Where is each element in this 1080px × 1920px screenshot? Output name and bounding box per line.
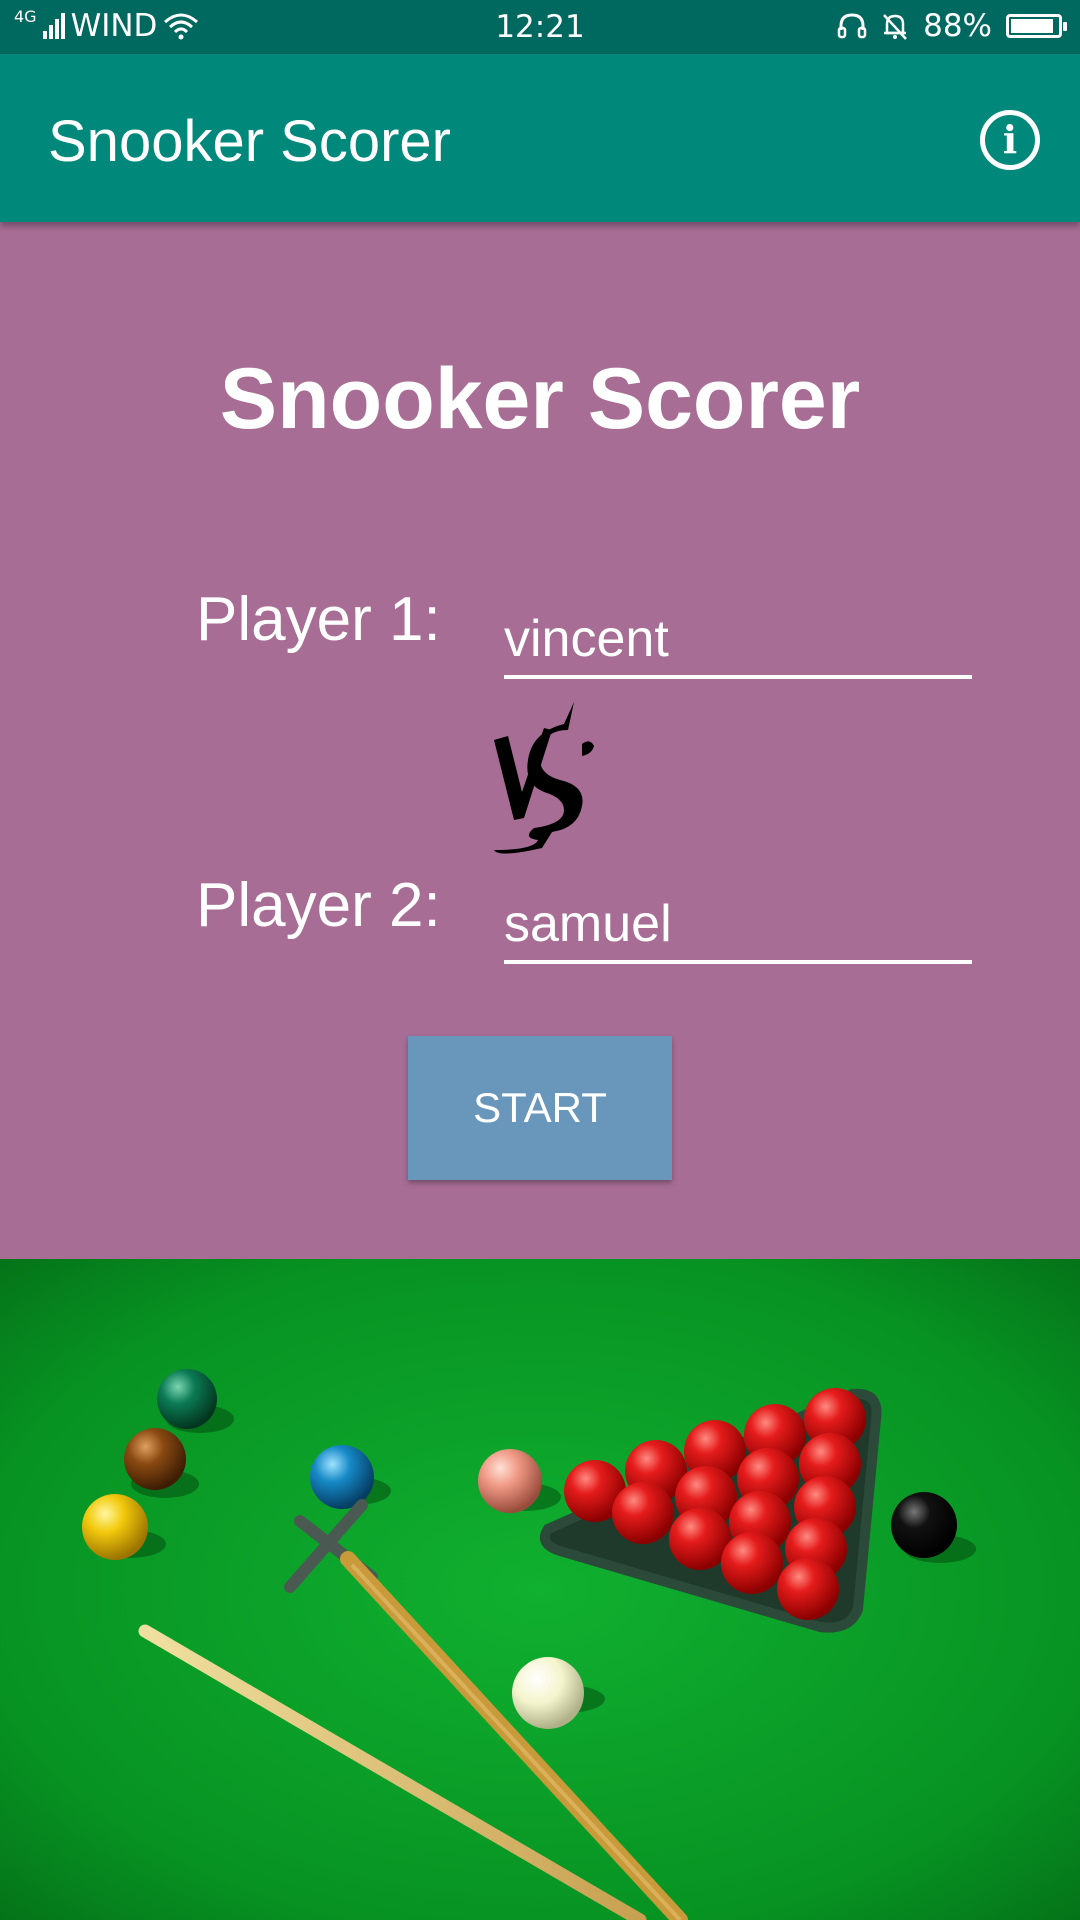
- player2-label: Player 2:: [196, 871, 441, 940]
- info-icon[interactable]: i: [980, 110, 1040, 170]
- red-ball: [612, 1482, 674, 1544]
- yellow-ball: [82, 1494, 148, 1560]
- cue-ball: [512, 1657, 584, 1729]
- main-panel: Snooker Scorer Player 1: Player 2: START: [0, 222, 1080, 1259]
- blue-ball: [310, 1445, 374, 1509]
- page-title: Snooker Scorer: [219, 351, 861, 447]
- black-ball: [891, 1492, 957, 1558]
- app-bar: Snooker Scorer i: [0, 54, 1080, 222]
- battery-percent: 88%: [923, 8, 992, 44]
- headset-icon: [837, 13, 867, 39]
- player2-name-input[interactable]: [504, 888, 972, 964]
- pink-ball: [478, 1449, 542, 1513]
- red-ball: [721, 1532, 783, 1594]
- versus-logo: [494, 702, 594, 854]
- status-right: 88%: [837, 8, 1067, 44]
- app-bar-title: Snooker Scorer: [48, 109, 451, 174]
- status-bar: 4G WIND 12:21 88%: [0, 0, 1080, 54]
- start-button[interactable]: START: [408, 1036, 672, 1180]
- player1-label: Player 1:: [196, 585, 441, 654]
- player1-name-input[interactable]: [504, 603, 972, 679]
- brown-ball: [124, 1428, 186, 1490]
- snooker-table-image: [0, 1259, 1080, 1920]
- alarm-off-icon: [883, 14, 908, 40]
- red-ball: [777, 1558, 839, 1620]
- battery-level: [1011, 19, 1053, 33]
- battery-icon: [1006, 14, 1067, 38]
- green-ball: [157, 1369, 217, 1429]
